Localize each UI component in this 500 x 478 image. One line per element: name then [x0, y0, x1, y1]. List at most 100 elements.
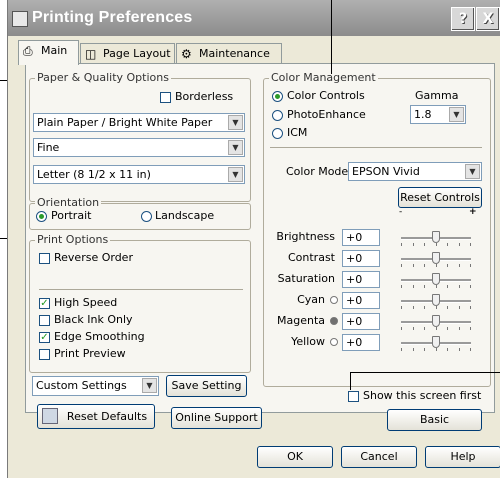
slider-tick [470, 264, 471, 267]
slider-tick [435, 264, 437, 267]
reset-defaults-button[interactable]: Reset Defaults [37, 404, 155, 429]
window-title: Printing Preferences [32, 9, 193, 26]
slider-tick [435, 243, 437, 246]
contrast-value-input[interactable]: +0 [342, 250, 380, 267]
basic-button[interactable]: Basic [387, 409, 482, 431]
yellow-label: Yellow [291, 335, 325, 348]
slider-tick [470, 243, 471, 246]
callout-line-show-screen-first-v [350, 372, 351, 390]
paper-type-select[interactable]: Plain Paper / Bright White Paper ▼ [33, 113, 245, 132]
landscape-label: Landscape [155, 209, 215, 222]
brightness-label: Brightness [276, 230, 335, 243]
landscape-radio[interactable] [141, 211, 152, 222]
online-support-button[interactable]: Online Support [171, 407, 262, 429]
slider-tick [458, 285, 460, 288]
slider-thumb[interactable] [432, 336, 440, 348]
tab-page-layout[interactable]: ◫ Page Layout [80, 43, 175, 64]
orientation-label: Orientation [35, 196, 102, 209]
tab-maintenance[interactable]: ⚙ Maintenance [176, 43, 282, 64]
brightness-slider[interactable] [401, 228, 471, 248]
cyan-color-dot-icon [330, 296, 338, 304]
yellow-slider[interactable] [401, 333, 471, 353]
quality-select[interactable]: Fine ▼ [33, 138, 245, 157]
slider-tick [458, 243, 460, 246]
yellow-color-dot-icon [330, 338, 338, 346]
cyan-slider[interactable] [401, 291, 471, 311]
slider-tick [401, 348, 402, 351]
slider-tick [424, 348, 425, 351]
callout-line-show-screen-first [350, 372, 500, 373]
reset-defaults-icon [42, 408, 58, 424]
show-screen-first-label: Show this screen first [363, 389, 482, 402]
cyan-value-input[interactable]: +0 [342, 292, 380, 309]
slider-tick [424, 306, 425, 309]
contrast-label: Contrast [287, 251, 335, 264]
slider-min-label: - [399, 207, 403, 217]
printing-preferences-window: Printing Preferences ? X ⎙ Main ◫ Page Lay… [7, 0, 500, 478]
slider-max-label: + [469, 207, 477, 217]
tab-main[interactable]: ⎙ Main [18, 40, 79, 65]
paper-size-select[interactable]: Letter (8 1/2 x 11 in) ▼ [33, 165, 245, 184]
yellow-value-input[interactable]: +0 [342, 334, 380, 351]
print-preview-checkbox[interactable] [39, 349, 50, 360]
reset-controls-button[interactable]: Reset Controls [398, 187, 482, 208]
saturation-value-input[interactable]: +0 [342, 271, 380, 288]
slider-thumb[interactable] [432, 294, 440, 306]
photoenhance-radio[interactable] [272, 110, 283, 121]
reset-defaults-label: Reset Defaults [66, 410, 148, 423]
chevron-down-icon: ▼ [228, 167, 243, 182]
magenta-slider[interactable] [401, 312, 471, 332]
color-mode-select[interactable]: EPSON Vivid ▼ [348, 162, 482, 181]
icm-radio[interactable] [272, 128, 283, 139]
magenta-color-dot-icon [330, 317, 338, 325]
close-button[interactable]: X [476, 7, 500, 31]
slider-tick [435, 306, 437, 309]
slider-tick [458, 327, 460, 330]
ok-button[interactable]: OK [257, 446, 333, 468]
help-button[interactable]: Help [425, 446, 500, 468]
saturation-slider[interactable] [401, 270, 471, 290]
edge-smoothing-label: Edge Smoothing [54, 330, 145, 343]
black-ink-only-checkbox[interactable] [39, 315, 50, 326]
slider-tick [412, 348, 414, 351]
color-controls-radio[interactable] [272, 91, 283, 102]
gamma-select[interactable]: 1.8 ▼ [410, 105, 466, 124]
edge-smoothing-checkbox[interactable]: ✓ [39, 332, 50, 343]
color-mode-label: Color Mode [286, 165, 349, 178]
printer-icon: ⎙ [23, 44, 33, 58]
slider-tick [447, 306, 448, 309]
reverse-order-checkbox[interactable] [39, 253, 50, 264]
slider-tick [447, 348, 448, 351]
borderless-label: Borderless [175, 90, 234, 103]
slider-tick [458, 306, 460, 309]
black-ink-only-label: Black Ink Only [54, 313, 133, 326]
cancel-button[interactable]: Cancel [341, 446, 417, 468]
chevron-down-icon: ▼ [228, 115, 243, 130]
title-bar[interactable]: Printing Preferences ? X [8, 0, 500, 36]
slider-thumb[interactable] [432, 231, 440, 243]
print-options-divider [39, 289, 243, 290]
contrast-slider[interactable] [401, 249, 471, 269]
portrait-radio[interactable] [36, 211, 47, 222]
slider-tick [435, 348, 437, 351]
slider-tick [412, 327, 414, 330]
save-setting-button[interactable]: Save Setting [166, 375, 247, 397]
brightness-value-input[interactable]: +0 [342, 229, 380, 246]
high-speed-checkbox[interactable]: ✓ [39, 298, 50, 309]
maintenance-icon: ⚙ [181, 47, 192, 61]
magenta-value-input[interactable]: +0 [342, 313, 380, 330]
printer-app-icon [12, 11, 28, 27]
help-title-button[interactable]: ? [451, 7, 475, 31]
slider-tick [401, 285, 402, 288]
paper-size-value: Letter (8 1/2 x 11 in) [37, 168, 151, 181]
slider-thumb[interactable] [432, 252, 440, 264]
portrait-label: Portrait [51, 209, 92, 222]
show-screen-first-checkbox[interactable] [348, 391, 359, 402]
tab-maintenance-label: Maintenance [199, 47, 270, 60]
slider-tick [447, 243, 448, 246]
slider-thumb[interactable] [432, 315, 440, 327]
custom-settings-select[interactable]: Custom Settings ▼ [32, 376, 159, 396]
slider-thumb[interactable] [432, 273, 440, 285]
custom-settings-value: Custom Settings [36, 379, 127, 392]
borderless-checkbox[interactable] [160, 92, 171, 103]
